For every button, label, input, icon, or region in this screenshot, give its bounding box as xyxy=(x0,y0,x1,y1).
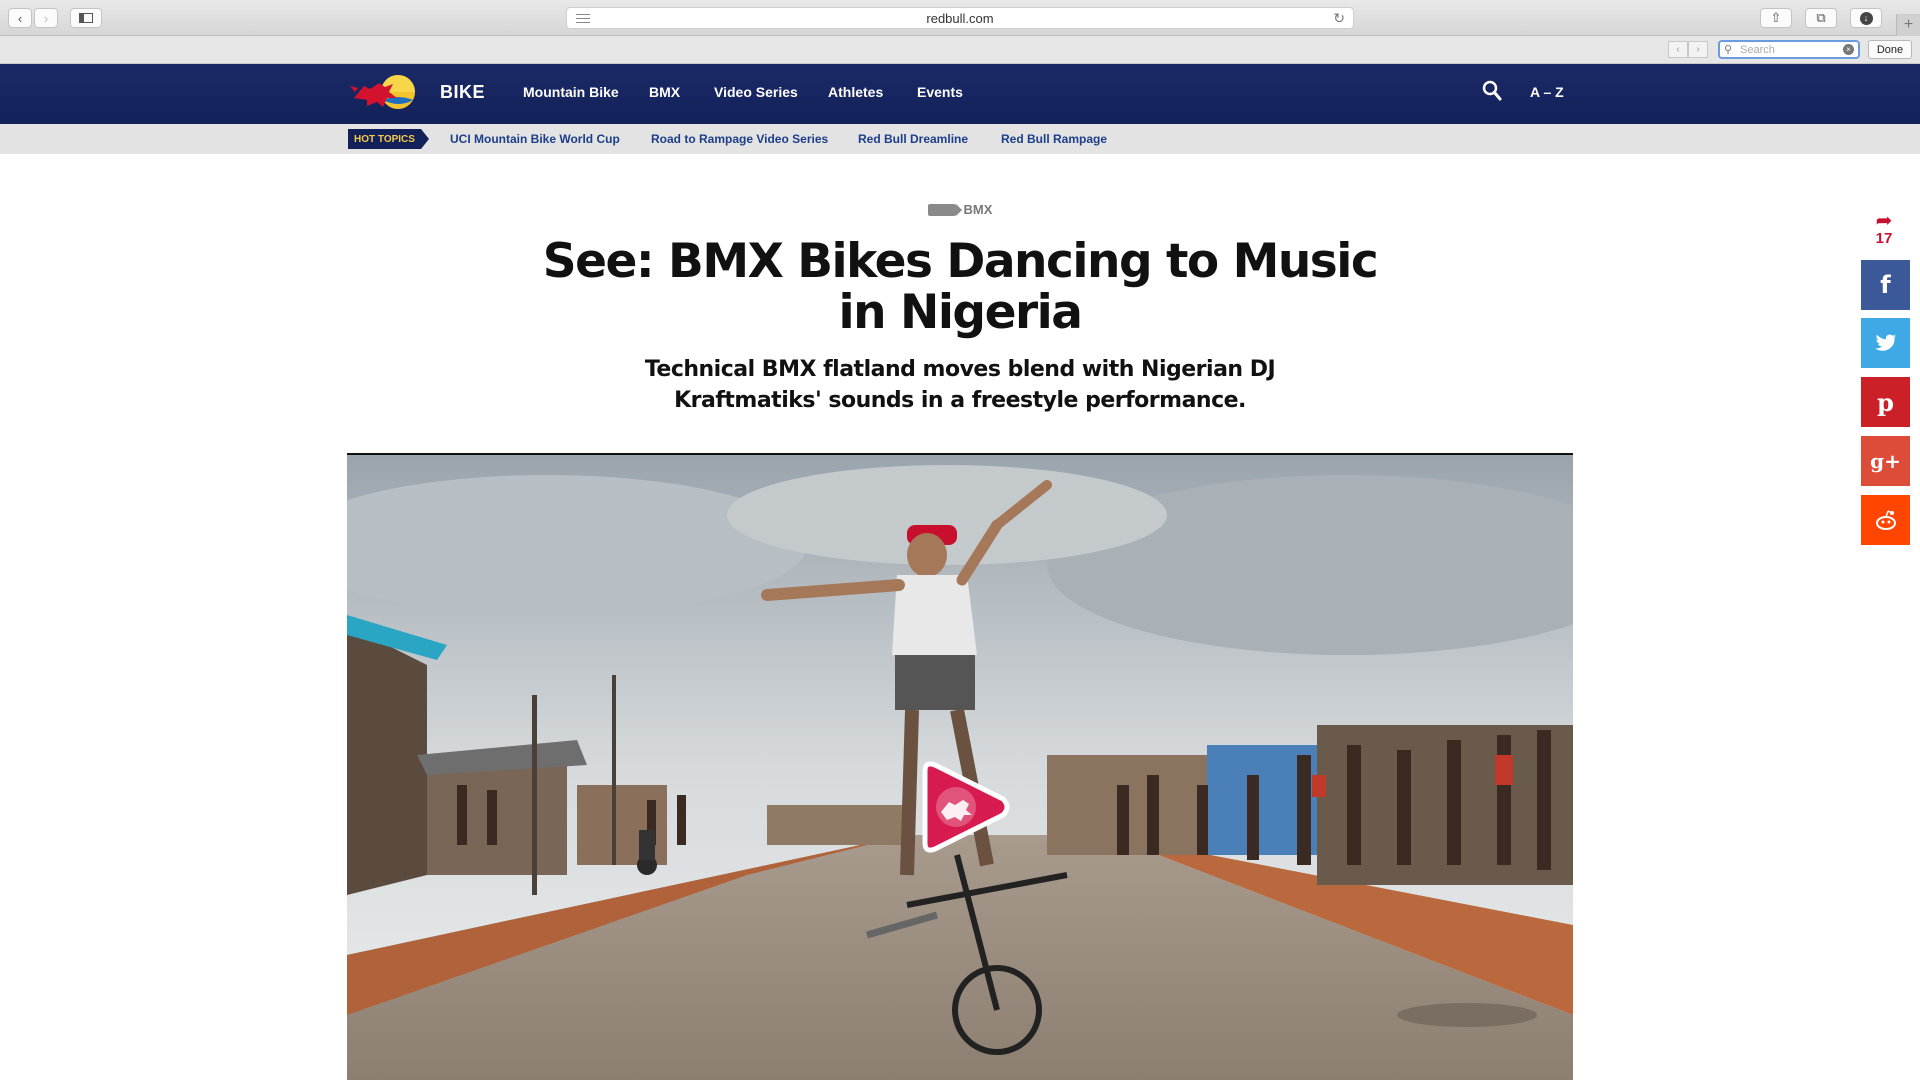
category-tag[interactable]: BMX xyxy=(0,202,1920,217)
twitter-share-button[interactable] xyxy=(1861,318,1910,368)
back-button[interactable]: ‹ xyxy=(8,8,32,28)
topic-link[interactable]: Red Bull Dreamline xyxy=(858,132,968,146)
downloads-button[interactable]: ↓ xyxy=(1850,8,1882,28)
new-tab-button[interactable]: + xyxy=(1896,14,1920,36)
hero-video[interactable] xyxy=(347,453,1573,1080)
article-subheadline: Technical BMX flatland moves blend with … xyxy=(644,357,1276,413)
red-bull-logo[interactable] xyxy=(348,70,422,116)
sidebar-icon xyxy=(79,13,93,23)
share-count: 17 xyxy=(1875,230,1893,247)
tag-icon xyxy=(927,203,962,216)
find-bar: ‹ › ⚲ Search × Done xyxy=(0,36,1920,64)
nav-athletes[interactable]: Athletes xyxy=(828,84,883,100)
a-z-link[interactable]: A – Z xyxy=(1530,84,1564,100)
find-done-button[interactable]: Done xyxy=(1868,40,1912,59)
facebook-share-button[interactable]: f xyxy=(1861,260,1910,310)
topic-link[interactable]: UCI Mountain Bike World Cup xyxy=(450,132,620,146)
reader-icon[interactable] xyxy=(576,14,590,23)
topic-link[interactable]: Road to Rampage Video Series xyxy=(651,132,828,146)
url-text: redbull.com xyxy=(926,10,994,26)
search-icon[interactable] xyxy=(1482,80,1502,102)
nav-events[interactable]: Events xyxy=(917,84,963,100)
nav-video-series[interactable]: Video Series xyxy=(714,84,798,100)
section-brand[interactable]: BIKE xyxy=(440,82,485,103)
share-counter[interactable]: ➦ 17 xyxy=(1862,210,1906,247)
topic-link[interactable]: Red Bull Rampage xyxy=(1001,132,1107,146)
clear-icon[interactable]: × xyxy=(1843,44,1854,55)
google-plus-icon: g+ xyxy=(1870,449,1901,473)
google-plus-share-button[interactable]: g+ xyxy=(1861,436,1910,486)
play-icon[interactable] xyxy=(911,757,1011,857)
pinterest-icon: p xyxy=(1877,387,1894,417)
category-label: BMX xyxy=(963,202,993,217)
find-placeholder: Search xyxy=(1740,43,1775,56)
nav-bmx[interactable]: BMX xyxy=(649,84,680,100)
share-page-button[interactable]: ⇧ xyxy=(1760,8,1792,28)
pinterest-share-button[interactable]: p xyxy=(1861,377,1910,427)
find-input[interactable]: ⚲ Search × xyxy=(1718,40,1860,59)
tabs-overview-button[interactable]: ⧉ xyxy=(1805,8,1837,28)
reload-icon[interactable]: ↻ xyxy=(1333,10,1345,27)
reddit-icon xyxy=(1875,510,1896,530)
find-previous-button[interactable]: ‹ xyxy=(1668,41,1688,58)
browser-toolbar: ‹ › redbull.com ↻ ⇧ ⧉ ↓ + xyxy=(0,0,1920,36)
reddit-share-button[interactable] xyxy=(1861,495,1910,545)
hot-topics-bar: HOT TOPICS UCI Mountain Bike World Cup R… xyxy=(0,124,1920,154)
share-arrow-icon: ➦ xyxy=(1875,210,1893,232)
nav-mountain-bike[interactable]: Mountain Bike xyxy=(523,84,619,100)
site-header: BIKE Mountain Bike BMX Video Series Athl… xyxy=(0,64,1920,124)
address-bar[interactable]: redbull.com ↻ xyxy=(566,7,1354,29)
twitter-icon xyxy=(1874,334,1896,351)
article-headline: See: BMX Bikes Dancing to Music in Niger… xyxy=(542,234,1379,340)
hot-topics-badge: HOT TOPICS xyxy=(348,129,429,149)
find-next-button[interactable]: › xyxy=(1688,41,1708,58)
sidebar-toggle-button[interactable] xyxy=(70,8,102,28)
facebook-icon: f xyxy=(1880,271,1891,299)
download-icon: ↓ xyxy=(1859,11,1873,25)
search-icon: ⚲ xyxy=(1724,44,1733,56)
forward-button[interactable]: › xyxy=(34,8,58,28)
